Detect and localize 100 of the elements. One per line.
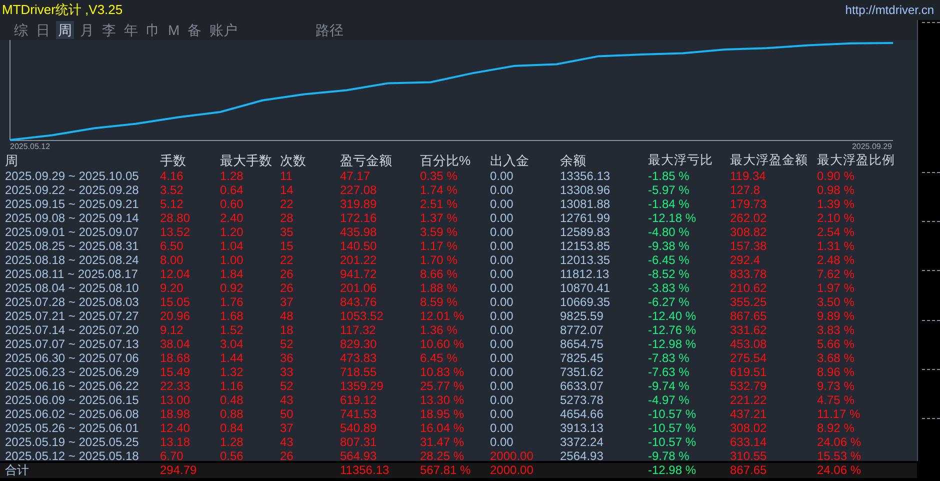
table-cell: 0.90 % [817, 169, 854, 183]
table-cell: 13.00 [160, 393, 190, 407]
table-cell: 10.60 % [420, 337, 464, 351]
table-cell: 201.22 [340, 253, 377, 267]
table-cell: 7825.45 [560, 351, 604, 365]
table-cell: 0.00 [490, 197, 514, 211]
table-cell: 633.14 [730, 435, 767, 449]
table-cell: 12589.83 [560, 225, 610, 239]
table-cell: 8.00 [160, 253, 184, 267]
table-cell: 20.96 [160, 309, 190, 323]
table-cell: 140.50 [340, 239, 377, 253]
tab[interactable]: 账户 [208, 21, 240, 39]
table-cell: 619.12 [340, 393, 377, 407]
tab[interactable]: 日 [34, 21, 52, 39]
table-cell: 13.52 [160, 225, 190, 239]
table-cell: 6.50 [160, 239, 184, 253]
table-cell: 1.44 [220, 351, 244, 365]
table-cell: 28.25 % [420, 449, 464, 463]
tab[interactable]: 周 [56, 21, 74, 39]
table-cell: 1.39 % [817, 197, 854, 211]
table-cell: 24.06 % [817, 463, 862, 478]
table-cell: 26 [280, 281, 294, 295]
table-cell: -12.98 % [648, 463, 696, 478]
table-cell: -1.84 % [648, 197, 690, 211]
table-cell: 0.00 [490, 323, 514, 337]
table-cell: 0.00 [490, 281, 514, 295]
tab[interactable]: M [166, 21, 182, 39]
table-cell: 1.68 [220, 309, 244, 323]
tab[interactable]: 综 [12, 21, 30, 39]
table-cell: 9.73 % [817, 379, 854, 393]
table-cell: 26 [280, 449, 294, 463]
table-cell-text: 2025.05.26 ~ 2025.06.01 [4, 421, 139, 435]
tab[interactable]: 备 [186, 21, 204, 39]
table-cell: 15.05 [160, 295, 190, 309]
table-cell: 3.52 [160, 183, 184, 197]
table-cell: -4.80 % [648, 225, 690, 239]
table-cell: 13308.96 [560, 183, 610, 197]
table-cell: 0.00 [490, 435, 514, 449]
table-cell: 11812.13 [560, 267, 610, 281]
table-cell-text: 2025.09.08 ~ 2025.09.14 [4, 211, 139, 225]
table-cell: 52 [280, 379, 294, 393]
table-cell: 2564.93 [560, 449, 604, 463]
table-cell: 310.55 [730, 449, 767, 463]
table-cell: 829.30 [340, 337, 377, 351]
table-cell: 741.53 [340, 407, 377, 421]
table-cell: 16.04 % [420, 421, 464, 435]
table-cell: 6633.07 [560, 379, 604, 393]
table-cell: 435.98 [340, 225, 377, 239]
table-cell: 308.02 [730, 421, 767, 435]
table-cell: 28 [280, 211, 294, 225]
table-cell: 13081.88 [560, 197, 610, 211]
table-cell: 15.53 % [817, 449, 862, 463]
table-cell: 0.84 [220, 421, 244, 435]
table-cell: -6.27 % [648, 295, 690, 309]
table-cell: 867.65 [730, 463, 767, 478]
table-cell: 3.59 % [420, 225, 458, 239]
table-cell: 807.31 [340, 435, 377, 449]
table-cell: 6.45 % [420, 351, 458, 365]
table-cell: 564.93 [340, 449, 377, 463]
table-cell: 0.00 [490, 407, 514, 421]
table-cell: 3.50 % [817, 295, 854, 309]
table-cell: -12.40 % [648, 309, 696, 323]
table-cell: 13.18 [160, 435, 190, 449]
table-cell: 7351.62 [560, 365, 604, 379]
table-cell: 52 [280, 337, 294, 351]
website-link[interactable]: http://mtdriver.cn [845, 0, 940, 20]
table-cell: 0.00 [490, 365, 514, 379]
table-cell: 43 [280, 393, 294, 407]
table-cell: 3372.24 [560, 435, 604, 449]
table-cell-text: 2025.06.02 ~ 2025.06.08 [4, 407, 139, 421]
column-header: 盈亏金额 [340, 152, 392, 169]
table-cell: 48 [280, 309, 294, 323]
table-cell: 2.51 % [420, 197, 458, 211]
table-cell-text: 2025.06.09 ~ 2025.06.15 [4, 393, 139, 407]
table-cell: 221.22 [730, 393, 767, 407]
table-cell: -8.52 % [648, 267, 690, 281]
table-cell: 1.31 % [817, 239, 854, 253]
tab[interactable]: 年 [122, 21, 140, 39]
table-cell: 13.30 % [420, 393, 464, 407]
tab[interactable]: 李 [100, 21, 118, 39]
column-header: 百分比% [420, 152, 471, 169]
table-cell: 0.00 [490, 211, 514, 225]
tab[interactable]: 路径 [314, 21, 346, 39]
table-cell-text: 2025.08.11 ~ 2025.08.17 [4, 267, 138, 281]
table-cell: 50 [280, 407, 294, 421]
table-cell: 2.10 % [817, 211, 854, 225]
table-cell: 540.89 [340, 421, 377, 435]
table-cell: 1.28 [220, 435, 244, 449]
table-cell: 1.74 % [420, 183, 458, 197]
table-cell: -10.57 % [648, 407, 696, 421]
table-cell: 1.84 [220, 267, 244, 281]
tab[interactable]: 巾 [144, 21, 162, 39]
table-cell: 13356.13 [560, 169, 610, 183]
table-cell-text: 2025.09.15 ~ 2025.09.21 [4, 197, 139, 211]
table-cell: 3913.13 [560, 421, 604, 435]
table-cell: 0.00 [490, 239, 514, 253]
table-cell: 12013.35 [560, 253, 610, 267]
table-cell-text: 2025.07.28 ~ 2025.08.03 [4, 295, 139, 309]
tab[interactable]: 月 [78, 21, 96, 39]
column-header: 出入金 [490, 152, 529, 169]
